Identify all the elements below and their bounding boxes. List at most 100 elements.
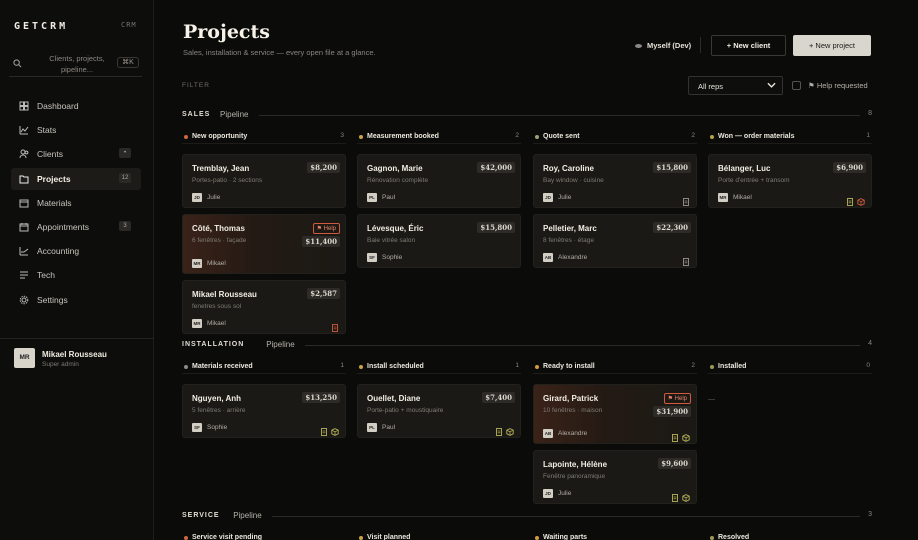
sidebar-item-projects[interactable]: Projects 12	[11, 167, 141, 190]
client-name: Côté, Thomas	[192, 224, 245, 233]
document-icon[interactable]	[682, 258, 690, 266]
new-project-button[interactable]: + New project	[793, 35, 871, 56]
column-title: Install scheduled	[367, 363, 424, 370]
pipeline-column: Measurement booked 2 Gagnon, Marie Rénov…	[357, 132, 521, 268]
search-bar[interactable]: Clients, projects, pipeline... ⌘K	[9, 53, 142, 77]
card-actions	[679, 253, 690, 266]
document-icon[interactable]	[495, 428, 503, 436]
sidebar-item-clients[interactable]: Clients •	[11, 143, 141, 165]
sidebar-item-label: Settings	[37, 294, 68, 305]
section-header[interactable]: INSTALLATION Pipeline 4	[182, 340, 872, 352]
user-profile[interactable]: MR Mikael Rousseau Super admin	[0, 338, 154, 374]
client-name: Nguyen, Anh	[192, 394, 242, 403]
sidebar-item-label: Projects	[37, 173, 71, 184]
project-card[interactable]: Ouellet, Diane Porte-patio + moustiquair…	[357, 384, 521, 438]
project-amount: $31,900	[653, 406, 691, 417]
gear-icon	[19, 295, 29, 304]
project-description: Baie vitrée salon	[367, 237, 416, 244]
rep-avatar: MR	[192, 259, 202, 268]
project-amount: $9,600	[658, 458, 691, 469]
section-title: SERVICE	[182, 512, 220, 519]
empty-column-marker	[708, 399, 715, 400]
chevron-down-icon	[767, 82, 776, 88]
sidebar-item-dashboard[interactable]: Dashboard	[11, 95, 141, 117]
project-card[interactable]: Roy, Caroline Bay window · cuisine $15,8…	[533, 154, 697, 208]
project-description: Portes-patio · 2 sections	[192, 177, 263, 184]
sidebar-item-label: Appointments	[37, 221, 89, 232]
section-header[interactable]: SALES Pipeline 8	[182, 110, 872, 122]
project-card[interactable]: Girard, Patrick 10 fenêtres · maison ⚑ H…	[533, 384, 697, 444]
document-icon[interactable]	[846, 198, 854, 206]
eye-icon	[635, 44, 642, 49]
sidebar-item-appointments[interactable]: Appointments 3	[11, 216, 141, 238]
project-description: Fenêtre panoramique	[543, 473, 606, 480]
rep-avatar: PL	[367, 423, 377, 432]
project-card[interactable]: Mikael Rousseau fenetres sous sol $2,587…	[182, 280, 346, 334]
pipeline-column: Waiting parts	[533, 533, 697, 540]
help-requested-text: Help requested	[816, 81, 868, 90]
pipeline-column: Service visit pending	[182, 533, 346, 540]
column-header: New opportunity 3	[182, 132, 346, 144]
rep-avatar: JD	[543, 489, 553, 498]
package-icon[interactable]	[857, 198, 865, 206]
section-divider	[305, 345, 860, 346]
document-icon[interactable]	[682, 198, 690, 206]
document-icon[interactable]	[320, 428, 328, 436]
rep-avatar: JD	[192, 193, 202, 202]
section-header[interactable]: SERVICE Pipeline 3	[182, 511, 872, 523]
sidebar-item-materials[interactable]: Materials	[11, 192, 141, 214]
sidebar-item-settings[interactable]: Settings	[11, 289, 141, 311]
search-input[interactable]: Clients, projects, pipeline...	[35, 53, 119, 75]
sidebar-nav: Dashboard Stats Clients • Projects 12 Mate…	[11, 95, 141, 313]
client-name: Gagnon, Marie	[367, 164, 423, 173]
column-title: Installed	[718, 363, 747, 370]
document-icon[interactable]	[671, 434, 679, 442]
grid-icon	[19, 101, 29, 111]
project-description: fenetres sous sol	[192, 303, 242, 310]
user-name: Mikael Rousseau	[42, 350, 107, 359]
column-title: Resolved	[718, 534, 750, 540]
project-card[interactable]: Nguyen, Anh 5 fenêtres · arrière $13,250…	[182, 384, 346, 438]
users-icon	[19, 149, 29, 159]
document-icon[interactable]	[671, 494, 679, 502]
rep-name: Julie	[558, 490, 572, 497]
column-count: 1	[340, 362, 344, 369]
help-badge[interactable]: ⚑ Help	[312, 223, 340, 234]
project-description: Bay window · cuisine	[543, 177, 604, 184]
header-divider	[700, 37, 701, 53]
status-dot	[535, 365, 539, 369]
new-client-button[interactable]: + New client	[711, 35, 786, 56]
user-role: Super admin	[42, 361, 79, 368]
rep-avatar: SF	[192, 423, 202, 432]
project-card[interactable]: Bélanger, Luc Porte d'entrée + transom $…	[708, 154, 872, 208]
section-title: SALES	[182, 111, 211, 118]
sidebar-item-accounting[interactable]: Accounting	[11, 240, 141, 262]
project-card[interactable]: Gagnon, Marie Rénovation complète $42,00…	[357, 154, 521, 208]
section-title: INSTALLATION	[182, 341, 245, 348]
package-icon[interactable]	[682, 434, 690, 442]
view-as-selector[interactable]: Myself (Dev)	[635, 41, 691, 50]
package-icon[interactable]	[682, 494, 690, 502]
project-card[interactable]: Lapointe, Hélène Fenêtre panoramique $9,…	[533, 450, 697, 504]
sidebar-item-tech[interactable]: Tech	[11, 264, 141, 286]
package-icon[interactable]	[331, 428, 339, 436]
project-card[interactable]: Pelletier, Marc 8 fenêtres · étage $22,3…	[533, 214, 697, 268]
app-logo[interactable]: GETCRM	[14, 21, 68, 32]
document-icon[interactable]	[331, 324, 339, 332]
sidebar-item-stats[interactable]: Stats	[11, 119, 141, 141]
client-name: Ouellet, Diane	[367, 394, 421, 403]
column-header: Visit planned	[357, 533, 521, 540]
status-dot	[184, 135, 188, 139]
client-name: Lapointe, Hélène	[543, 460, 608, 469]
help-requested-checkbox[interactable]	[792, 81, 801, 90]
project-card[interactable]: Côté, Thomas 6 fenêtres · façade ⚑ Help …	[182, 214, 346, 274]
package-icon[interactable]	[506, 428, 514, 436]
reps-select[interactable]: All reps	[688, 76, 783, 95]
rep-name: Sophie	[382, 254, 403, 261]
project-card[interactable]: Lévesque, Éric Baie vitrée salon $15,800…	[357, 214, 521, 268]
sidebar-item-label: Tech	[37, 270, 55, 281]
help-badge[interactable]: ⚑ Help	[663, 393, 691, 404]
project-card[interactable]: Tremblay, Jean Portes-patio · 2 sections…	[182, 154, 346, 208]
column-title: New opportunity	[192, 133, 248, 140]
project-amount: $22,300	[653, 222, 691, 233]
